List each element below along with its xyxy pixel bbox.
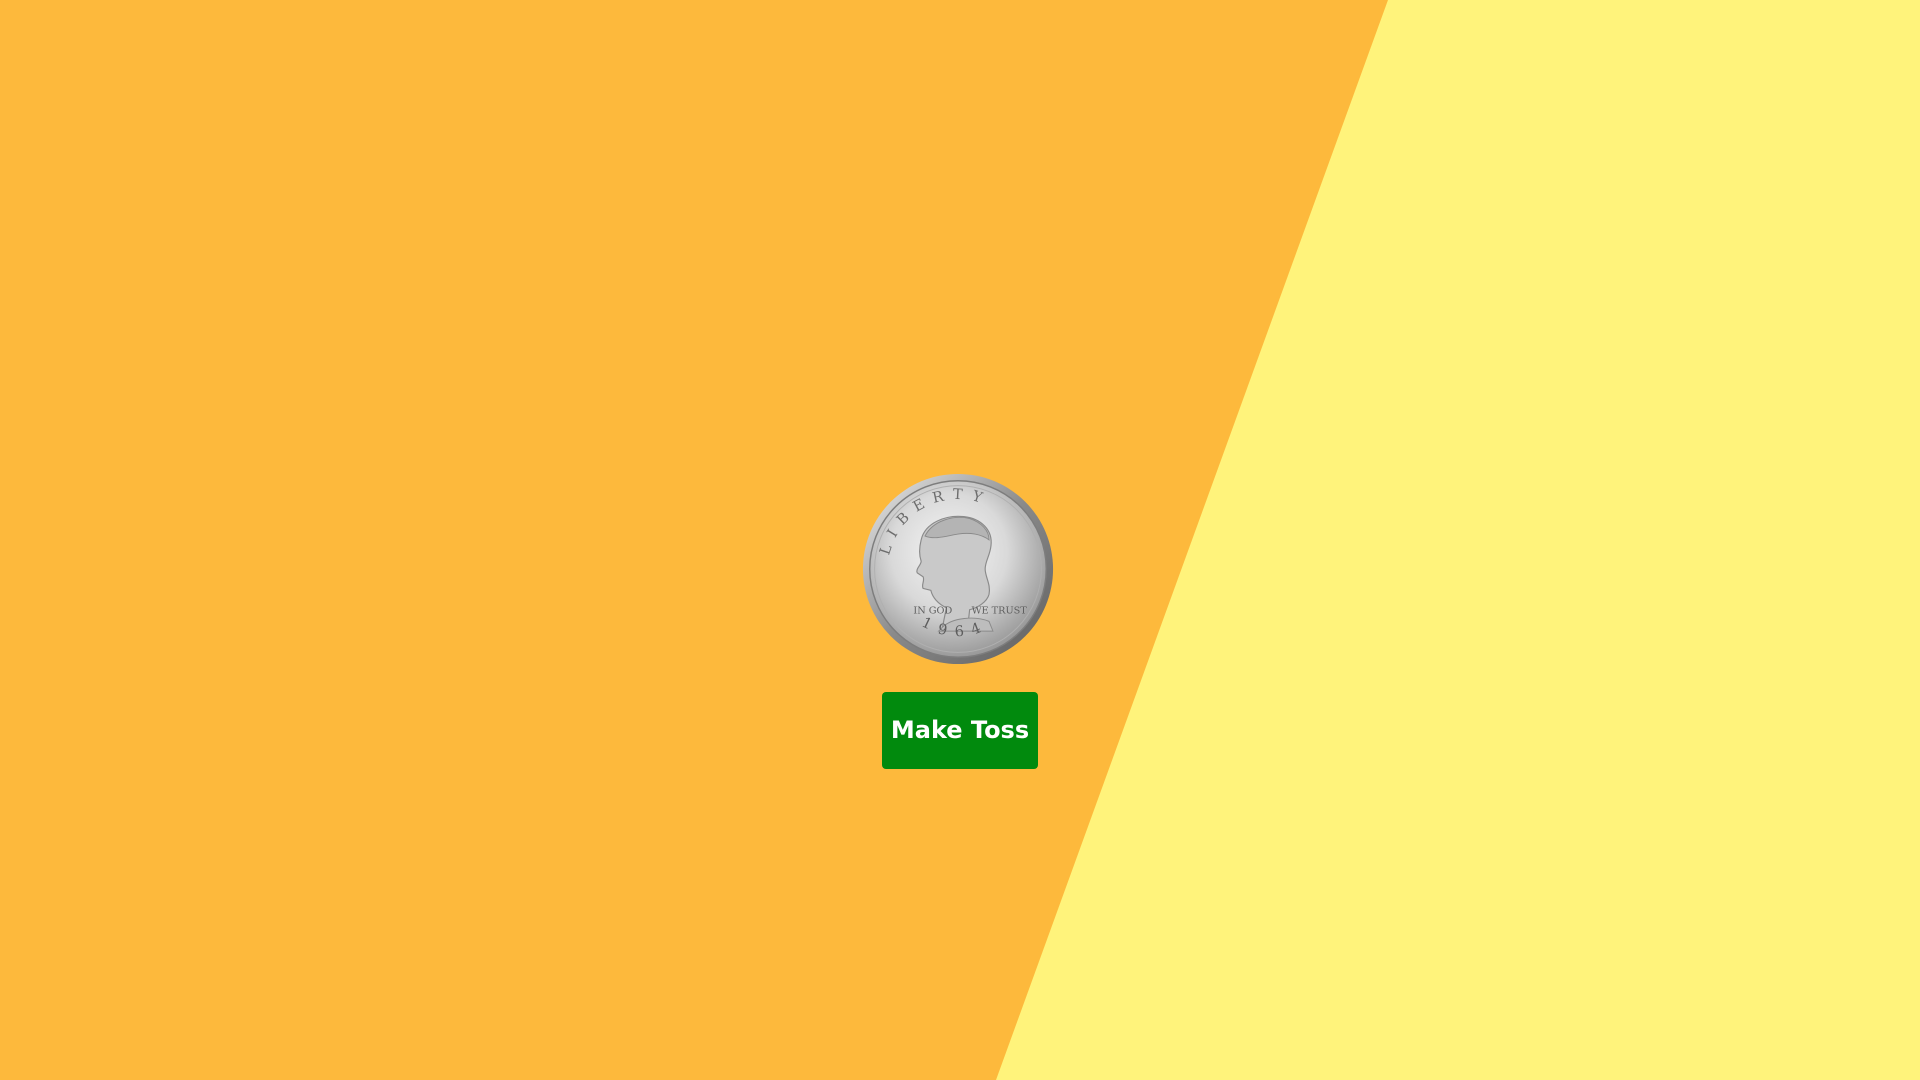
coin-motto-left: IN GOD <box>913 606 952 617</box>
half-dollar-coin-icon: LIBERTY IN GOD WE TRUST 1964 <box>862 473 1054 665</box>
coin[interactable]: LIBERTY IN GOD WE TRUST 1964 <box>861 472 1055 666</box>
coin-motto-right: WE TRUST <box>972 606 1028 617</box>
make-toss-button[interactable]: Make Toss <box>882 692 1038 769</box>
